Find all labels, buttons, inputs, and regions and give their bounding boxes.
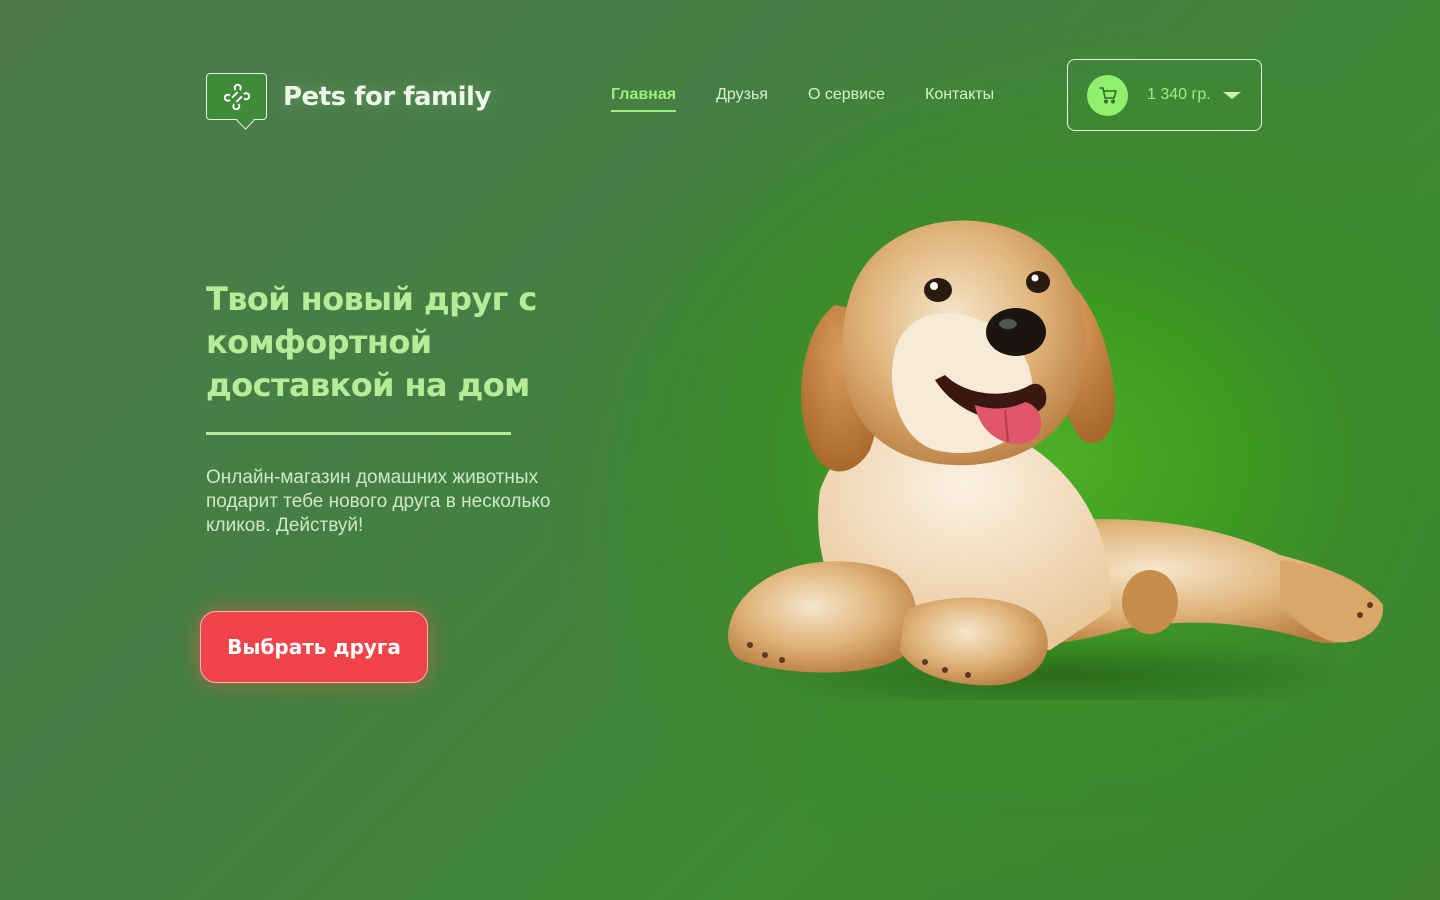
nav-item-contacts[interactable]: Контакты xyxy=(925,86,994,112)
hero-subtitle: Онлайн-магазин домашних животных подарит… xyxy=(206,467,551,536)
nav-item-friends[interactable]: Друзья xyxy=(716,86,768,112)
choose-friend-button[interactable]: Выбрать друга xyxy=(200,611,428,683)
brand-name: Pets for family xyxy=(283,81,491,112)
main-nav: Главная Друзья О сервисе Контакты xyxy=(611,86,1034,112)
logo[interactable]: Pets for family xyxy=(206,73,491,120)
hero-title: Твой новый друг с комфортной доставкой н… xyxy=(206,280,537,404)
nav-item-home[interactable]: Главная xyxy=(611,86,677,112)
cart-button[interactable]: 1 340 гр. xyxy=(1067,59,1262,131)
bone-icon xyxy=(206,73,267,120)
puppy-illustration xyxy=(728,220,1384,700)
cart-amount: 1 340 гр. xyxy=(1147,86,1211,103)
cart-icon xyxy=(1087,74,1128,116)
hero-divider xyxy=(206,432,511,435)
nav-item-about[interactable]: О сервисе xyxy=(808,86,885,112)
chevron-down-icon[interactable] xyxy=(1222,91,1241,99)
